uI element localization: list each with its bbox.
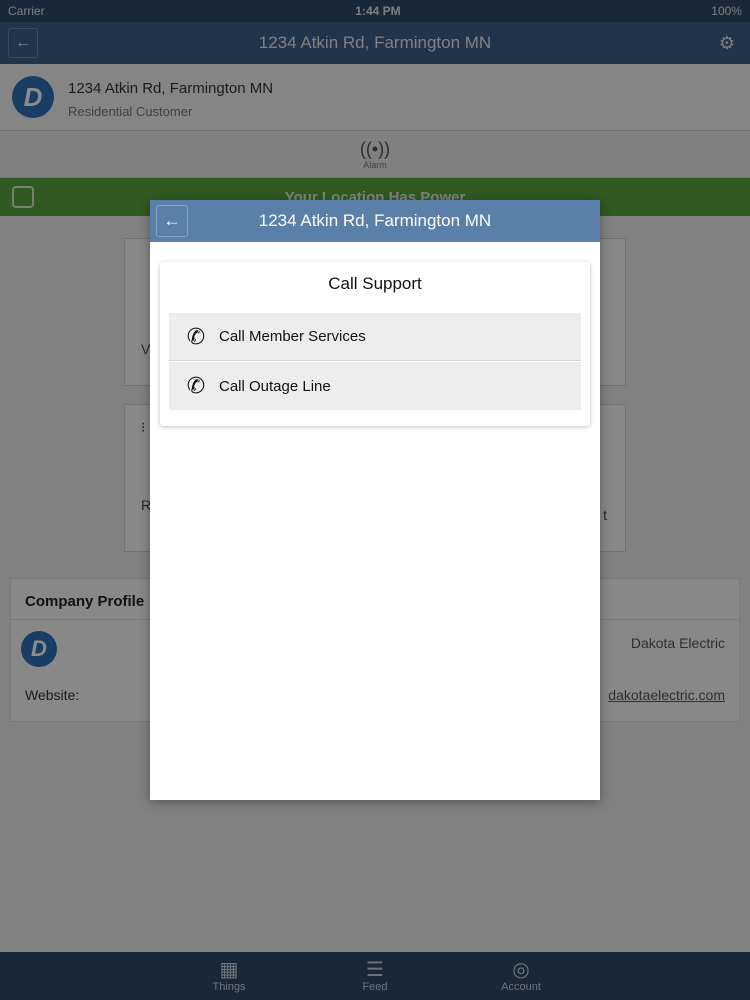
modal-back-button[interactable]: ← bbox=[156, 205, 188, 237]
call-support-modal: ← 1234 Atkin Rd, Farmington MN Call Supp… bbox=[150, 200, 600, 800]
phone-icon: ✆ bbox=[186, 373, 206, 398]
support-panel-title: Call Support bbox=[328, 274, 422, 293]
modal-header: ← 1234 Atkin Rd, Farmington MN bbox=[150, 200, 600, 242]
back-arrow-icon: ← bbox=[163, 211, 181, 230]
modal-title: 1234 Atkin Rd, Farmington MN bbox=[258, 211, 492, 230]
support-panel: Call Support ✆ Call Member Services ✆ Ca… bbox=[160, 262, 590, 426]
support-item-label: Call Member Services bbox=[219, 328, 366, 345]
support-item-label: Call Outage Line bbox=[219, 377, 331, 395]
call-outage-line-button[interactable]: ✆ Call Outage Line bbox=[169, 362, 581, 410]
call-member-services-button[interactable]: ✆ Call Member Services bbox=[169, 313, 581, 361]
phone-icon: ✆ bbox=[186, 323, 206, 349]
